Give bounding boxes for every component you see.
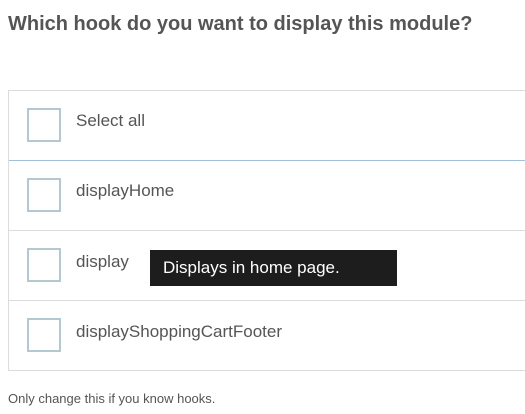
hook-row-display-shopping-cart-footer[interactable]: displayShoppingCartFooter	[9, 301, 525, 371]
hook-description-tooltip: Displays in home page.	[150, 250, 397, 286]
select-all-checkbox[interactable]	[27, 108, 61, 142]
help-text: Only change this if you know hooks.	[8, 391, 216, 406]
hook-checkbox-list: Select all displayHome display displaySh…	[8, 90, 525, 371]
hook-question-heading: Which hook do you want to display this m…	[8, 13, 473, 35]
display-shopping-cart-footer-label[interactable]: displayShoppingCartFooter	[76, 321, 282, 343]
select-all-label[interactable]: Select all	[76, 110, 145, 132]
display-checkbox[interactable]	[27, 248, 61, 282]
display-home-label[interactable]: displayHome	[76, 180, 174, 202]
hook-row-display-home[interactable]: displayHome	[9, 161, 525, 231]
display-shopping-cart-footer-checkbox[interactable]	[27, 318, 61, 352]
select-all-row[interactable]: Select all	[9, 91, 525, 161]
display-label[interactable]: display	[76, 251, 129, 273]
display-home-checkbox[interactable]	[27, 178, 61, 212]
